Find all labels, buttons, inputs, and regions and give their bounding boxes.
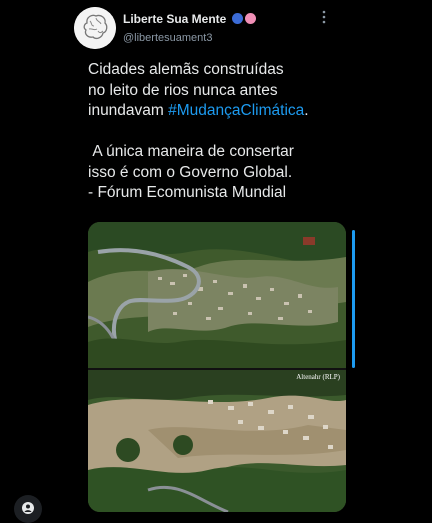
tweet-media[interactable]: Altenahr (RLP) — [88, 222, 346, 512]
aerial-town-photo[interactable] — [88, 222, 346, 368]
tweet-text: Cidades alemãs construídas no leito de r… — [88, 60, 348, 204]
tweet-line-1: Cidades alemãs construídas — [88, 61, 284, 78]
tweet-line-3-text: inundavam — [88, 102, 169, 119]
brain-avatar-image — [74, 7, 116, 49]
tweet-line-3: inundavam #MudançaClimática. — [88, 101, 348, 122]
speaking-head-icon — [231, 13, 243, 24]
tweet-line-4: A única maneira de consertar — [88, 142, 348, 163]
hashtag-link[interactable]: #MudançaClimática — [168, 102, 304, 119]
author-name-row[interactable]: Liberte Sua Mente — [123, 12, 256, 26]
brain-icon — [244, 13, 256, 24]
account-button[interactable] — [14, 495, 42, 523]
tweet-line-3-end: . — [304, 102, 309, 119]
flooded-town-photo[interactable] — [88, 370, 346, 512]
image-caption: Altenahr (RLP) — [296, 373, 340, 381]
author-handle[interactable]: @libertesuament3 — [123, 32, 212, 44]
author-name[interactable]: Liberte Sua Mente — [123, 12, 226, 26]
more-vertical-icon[interactable] — [318, 10, 330, 26]
tweet-line-2: no leito de rios nunca antes — [88, 81, 278, 99]
author-avatar[interactable] — [74, 7, 116, 49]
tweet-line-6: - Fórum Ecomunista Mundial — [88, 184, 287, 201]
scrollbar[interactable] — [352, 230, 355, 368]
account-icon — [22, 502, 34, 514]
tweet-line-4-text: A única maneira de consertar — [92, 143, 294, 160]
tweet-line-5: isso é com o Governo Global. — [88, 163, 293, 181]
